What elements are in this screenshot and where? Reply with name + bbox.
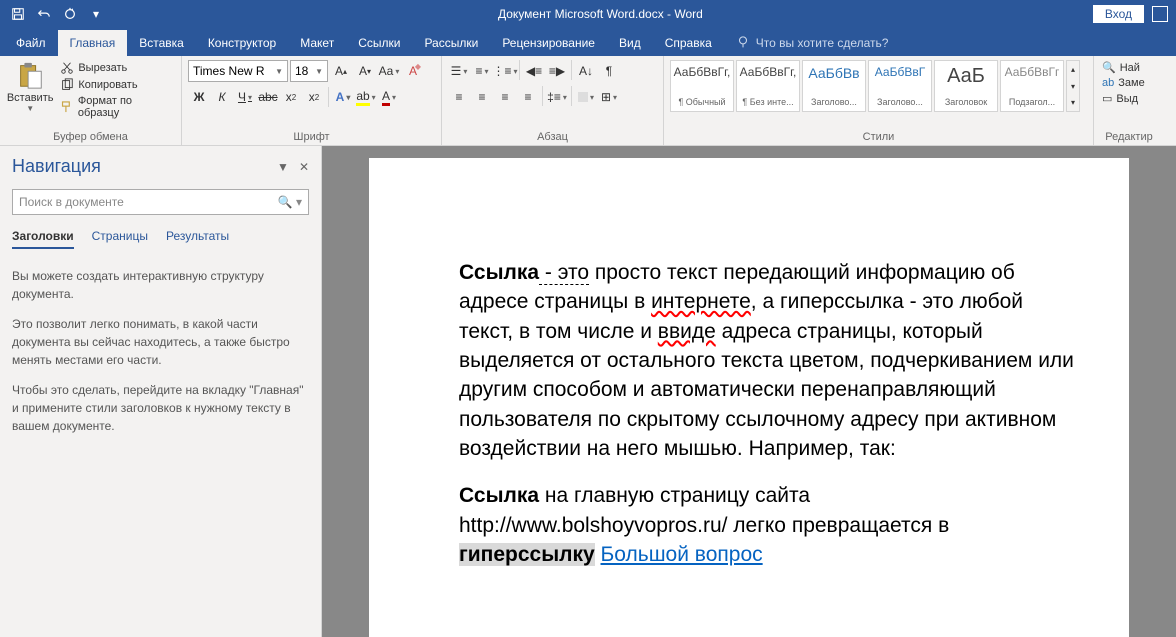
styles-scroll-up[interactable]: ▴ [1067, 61, 1079, 78]
paste-button[interactable]: Вставить ▼ [6, 60, 54, 120]
style-normal[interactable]: АаБбВвГг,¶ Обычный [670, 60, 734, 112]
group-editing: 🔍Най abЗаме ▭Выд Редактир [1094, 56, 1164, 145]
ribbon-display-icon[interactable] [1152, 6, 1168, 22]
navigation-pane: Навигация ▼ ✕ Поиск в документе 🔍 ▾ Заго… [0, 146, 322, 637]
align-right-button[interactable]: ≡ [494, 86, 516, 108]
tab-insert[interactable]: Вставка [127, 30, 196, 56]
borders-button[interactable]: ⊞▾ [598, 86, 620, 108]
tab-mailings[interactable]: Рассылки [412, 30, 490, 56]
align-left-button[interactable]: ≡ [448, 86, 470, 108]
bullets-button[interactable]: ☰▾ [448, 60, 470, 82]
hyperlink[interactable]: Большой вопрос [601, 543, 763, 566]
group-paragraph: ☰▾ ≡▾ ⋮≡▾ ◀≡ ≡▶ A↓ ¶ ≡ ≡ ≡ ≡ ‡≡▾ ▾ ⊞▾ [442, 56, 664, 145]
format-painter-button[interactable]: Формат по образцу [58, 94, 175, 120]
undo-icon[interactable] [32, 2, 56, 26]
group-clipboard: Вставить ▼ Вырезать Копировать Формат по… [0, 56, 182, 145]
bold-button[interactable]: Ж [188, 86, 210, 108]
cut-button[interactable]: Вырезать [58, 60, 175, 76]
increase-indent-button[interactable]: ≡▶ [546, 60, 568, 82]
style-heading2[interactable]: АаБбВвГЗаголово... [868, 60, 932, 112]
tab-design[interactable]: Конструктор [196, 30, 288, 56]
doc-paragraph-2[interactable]: Ссылка на главную страницу сайта http://… [459, 481, 1079, 569]
nav-tab-headings[interactable]: Заголовки [12, 229, 74, 249]
document-page[interactable]: Ссылка - это просто текст передающий инф… [369, 158, 1129, 637]
styles-group-label: Стили [670, 129, 1087, 145]
superscript-button[interactable]: x2 [303, 86, 325, 108]
search-placeholder: Поиск в документе [19, 195, 278, 209]
font-name-combo[interactable]: Times New R▼ [188, 60, 288, 82]
document-area[interactable]: Ссылка - это просто текст передающий инф… [322, 146, 1176, 637]
text-effects-button[interactable]: A▾ [332, 86, 354, 108]
align-center-button[interactable]: ≡ [471, 86, 493, 108]
nav-close-icon[interactable]: ✕ [299, 160, 309, 174]
quick-access-toolbar: ▾ [0, 2, 108, 26]
editing-group-label: Редактир [1100, 129, 1158, 145]
style-gallery[interactable]: АаБбВвГг,¶ Обычный АаБбВвГг,¶ Без инте..… [670, 60, 1087, 112]
replace-button[interactable]: abЗаме [1100, 76, 1158, 90]
font-group-label: Шрифт [188, 129, 435, 145]
tab-help[interactable]: Справка [653, 30, 724, 56]
clear-formatting-button[interactable]: A◆ [402, 60, 424, 82]
nav-tab-pages[interactable]: Страницы [92, 229, 148, 249]
nav-dropdown-icon[interactable]: ▼ [277, 160, 289, 174]
login-button[interactable]: Вход [1093, 5, 1144, 23]
save-icon[interactable] [6, 2, 30, 26]
tab-file[interactable]: Файл [4, 30, 58, 56]
grow-font-button[interactable]: A▴ [330, 60, 352, 82]
styles-scroll-down[interactable]: ▾ [1067, 78, 1079, 95]
tell-me-label: Что вы хотите сделать? [756, 36, 889, 50]
strikethrough-button[interactable]: abc [257, 86, 279, 108]
ribbon: Вставить ▼ Вырезать Копировать Формат по… [0, 56, 1176, 146]
change-case-button[interactable]: Aa▾ [378, 60, 400, 82]
nav-tab-results[interactable]: Результаты [166, 229, 229, 249]
group-styles: АаБбВвГг,¶ Обычный АаБбВвГг,¶ Без инте..… [664, 56, 1094, 145]
tab-review[interactable]: Рецензирование [490, 30, 607, 56]
tab-layout[interactable]: Макет [288, 30, 346, 56]
tab-view[interactable]: Вид [607, 30, 653, 56]
title-bar: ▾ Документ Microsoft Word.docx - Word Вх… [0, 0, 1176, 28]
decrease-indent-button[interactable]: ◀≡ [523, 60, 545, 82]
tab-home[interactable]: Главная [58, 30, 128, 56]
style-nospacing[interactable]: АаБбВвГг,¶ Без инте... [736, 60, 800, 112]
ribbon-tabs: Файл Главная Вставка Конструктор Макет С… [0, 28, 1176, 56]
find-button[interactable]: 🔍Най [1100, 60, 1158, 75]
subscript-button[interactable]: x2 [280, 86, 302, 108]
copy-button[interactable]: Копировать [58, 77, 175, 93]
font-size-combo[interactable]: 18▼ [290, 60, 328, 82]
sort-button[interactable]: A↓ [575, 60, 597, 82]
numbering-button[interactable]: ≡▾ [471, 60, 493, 82]
line-spacing-button[interactable]: ‡≡▾ [546, 86, 568, 108]
group-font: Times New R▼ 18▼ A▴ A▾ Aa▾ A◆ Ж К Ч▾ abc… [182, 56, 442, 145]
paste-label: Вставить [7, 92, 54, 104]
navigation-title: Навигация [12, 156, 101, 177]
paragraph-group-label: Абзац [448, 129, 657, 145]
highlight-button[interactable]: ab▾ [355, 86, 377, 108]
show-marks-button[interactable]: ¶ [598, 60, 620, 82]
underline-button[interactable]: Ч▾ [234, 86, 256, 108]
style-title[interactable]: АаБЗаголовок [934, 60, 998, 112]
tell-me[interactable]: Что вы хотите сделать? [724, 30, 901, 56]
shading-button[interactable]: ▾ [575, 86, 597, 108]
nav-hint-1: Вы можете создать интерактивную структур… [12, 267, 309, 303]
select-button[interactable]: ▭Выд [1100, 91, 1158, 106]
nav-hint-3: Чтобы это сделать, перейдите на вкладку … [12, 381, 309, 435]
font-color-button[interactable]: A▾ [378, 86, 400, 108]
shrink-font-button[interactable]: A▾ [354, 60, 376, 82]
navigation-body: Вы можете создать интерактивную структур… [0, 249, 321, 465]
styles-expand[interactable]: ▾ [1067, 94, 1079, 111]
style-subtitle[interactable]: АаБбВвГгПодзагол... [1000, 60, 1064, 112]
justify-button[interactable]: ≡ [517, 86, 539, 108]
qat-customize-icon[interactable]: ▾ [84, 2, 108, 26]
redo-icon[interactable] [58, 2, 82, 26]
style-heading1[interactable]: АаБбВвЗаголово... [802, 60, 866, 112]
clipboard-group-label: Буфер обмена [6, 129, 175, 145]
nav-hint-2: Это позволит легко понимать, в какой час… [12, 315, 309, 369]
document-title: Документ Microsoft Word.docx - Word [108, 7, 1093, 21]
doc-paragraph-1[interactable]: Ссылка - это просто текст передающий инф… [459, 258, 1079, 463]
navigation-search-input[interactable]: Поиск в документе 🔍 ▾ [12, 189, 309, 215]
search-icon[interactable]: 🔍 ▾ [278, 195, 302, 209]
italic-button[interactable]: К [211, 86, 233, 108]
tab-references[interactable]: Ссылки [346, 30, 412, 56]
multilevel-list-button[interactable]: ⋮≡▾ [494, 60, 516, 82]
